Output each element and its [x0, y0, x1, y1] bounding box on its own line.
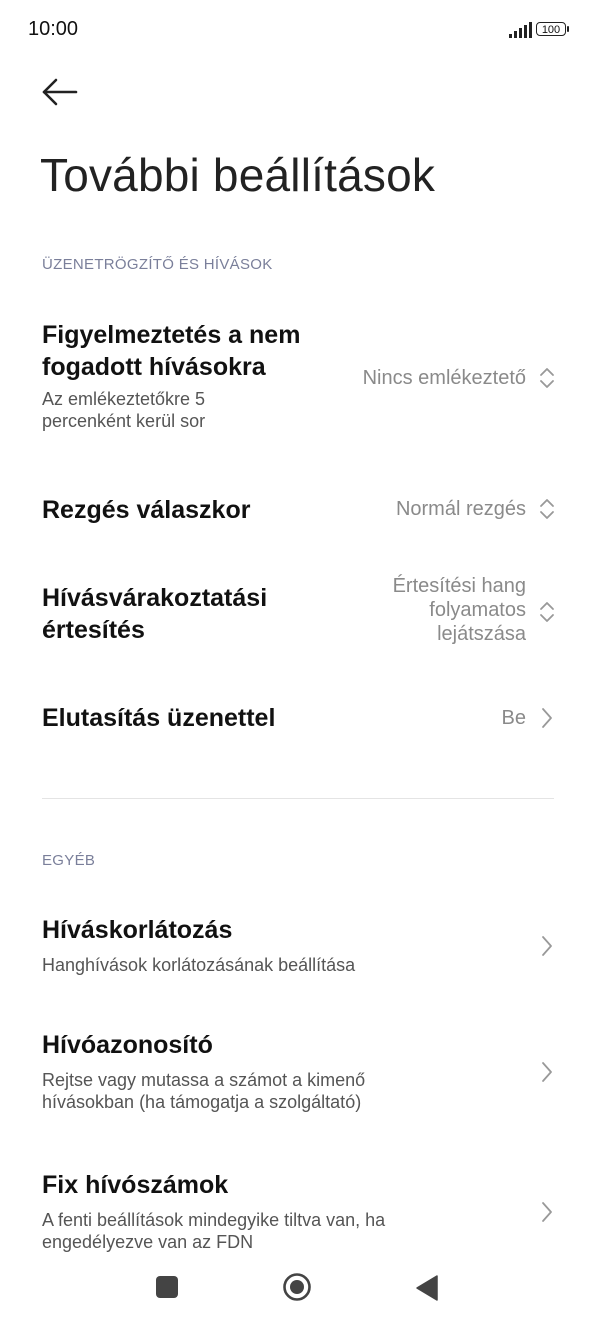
setting-reject-with-message[interactable]: Elutasítás üzenettel Be	[0, 690, 596, 746]
chevron-right-icon	[542, 1202, 552, 1222]
setting-fixed-dialing-numbers[interactable]: Fix hívószámok A fenti beállítások minde…	[0, 1166, 596, 1262]
setting-subtitle: Az emlékeztetőkre 5 percenként kerül sor	[42, 389, 206, 431]
setting-call-barring[interactable]: Híváskorlátozás Hanghívások korlátozásán…	[0, 910, 596, 982]
back-triangle-icon[interactable]	[414, 1274, 440, 1302]
setting-title: Hívásvárakoztatási értesítés	[42, 584, 268, 644]
setting-caller-id[interactable]: Hívóazonosító Rejtse vagy mutassa a szám…	[0, 1026, 596, 1122]
setting-vibrate-on-answer[interactable]: Rezgés válaszkor Normál rezgés	[0, 482, 596, 538]
setting-value: Értesítési hang folyamatos lejátszása	[392, 575, 526, 645]
setting-title: Hívóazonosító	[42, 1031, 213, 1059]
status-time: 10:00	[28, 18, 79, 40]
setting-subtitle: Hanghívások korlátozásának beállítása	[42, 955, 356, 975]
updown-icon	[540, 368, 554, 388]
setting-title: Elutasítás üzenettel	[42, 704, 276, 732]
navigation-bar	[0, 1258, 596, 1326]
updown-icon	[540, 499, 554, 519]
setting-subtitle: Rejtse vagy mutassa a számot a kimenő hí…	[42, 1070, 366, 1112]
setting-title: Fix hívószámok	[42, 1171, 229, 1199]
chevron-right-icon	[542, 936, 552, 956]
back-arrow-icon[interactable]	[36, 72, 84, 112]
signal-icon	[509, 22, 532, 38]
setting-value: Normál rezgés	[395, 498, 526, 520]
setting-title: Rezgés válaszkor	[42, 496, 251, 524]
setting-value: Nincs emlékeztető	[362, 367, 526, 389]
setting-call-waiting-notification[interactable]: Hívásvárakoztatási értesítés Értesítési …	[0, 568, 596, 660]
section-divider	[42, 798, 554, 799]
battery-level: 100	[541, 24, 561, 36]
setting-value: Be	[501, 707, 526, 729]
page-title: További beállítások	[40, 149, 436, 201]
setting-missed-call-alert[interactable]: Figyelmeztetés a nem fogadott hívásokra …	[0, 316, 596, 444]
status-bar: 10:00 100	[0, 0, 596, 64]
home-circle-icon[interactable]	[282, 1272, 312, 1302]
section-header-other: EGYÉB	[42, 852, 96, 869]
chevron-right-icon	[542, 708, 552, 728]
recents-square-icon[interactable]	[156, 1276, 178, 1298]
chevron-right-icon	[542, 1062, 552, 1082]
battery-icon: 100	[536, 22, 569, 36]
section-header-voicemail-calls: ÜZENETRÖGZÍTŐ ÉS HÍVÁSOK	[42, 256, 273, 273]
setting-title: Híváskorlátozás	[42, 916, 233, 944]
screen: 10:00 100 További beállítások ÜZENETRÖGZ…	[0, 0, 596, 1326]
updown-icon	[540, 602, 554, 622]
setting-title: Figyelmeztetés a nem fogadott hívásokra	[42, 321, 301, 381]
setting-subtitle: A fenti beállítások mindegyike tiltva va…	[42, 1210, 386, 1252]
